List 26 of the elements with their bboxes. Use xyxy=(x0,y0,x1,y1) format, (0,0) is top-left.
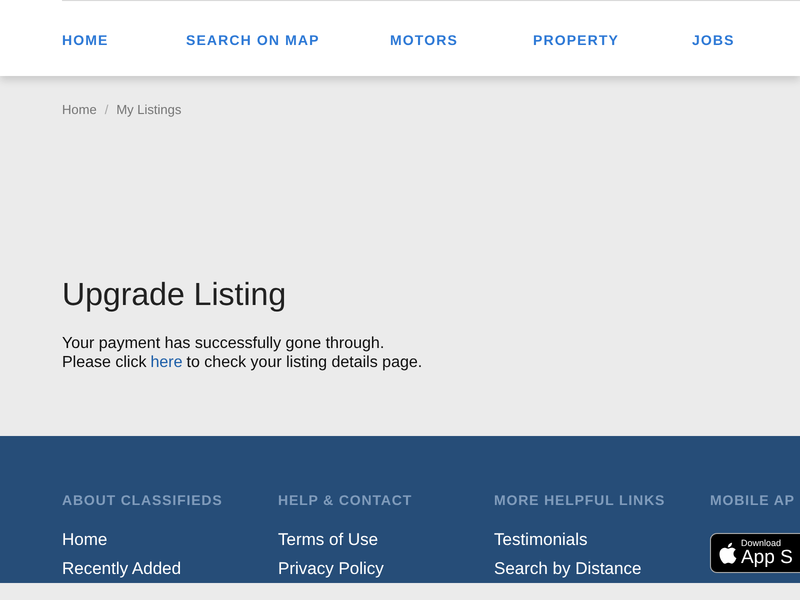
footer-heading: ABOUT CLASSIFIEDS xyxy=(62,490,224,510)
badge-caption: Download xyxy=(741,538,782,548)
footer-link[interactable]: Privacy Policy xyxy=(278,558,494,578)
footer-link[interactable]: Recently Added xyxy=(62,558,278,578)
footer-link[interactable]: Terms of Use xyxy=(278,528,494,550)
payment-message: Your payment has successfully gone through. xyxy=(62,334,386,352)
nav-link[interactable]: SEARCH ON MAP xyxy=(186,30,390,51)
here-link[interactable]: here xyxy=(150,352,183,372)
footer-heading: MORE HELPFUL LINKS xyxy=(494,490,666,510)
app-store-badge[interactable]: Download App S xyxy=(710,532,800,572)
breadcrumb-separator: / xyxy=(104,101,108,119)
nav-link[interactable]: JOBS xyxy=(692,30,792,51)
nav-link[interactable]: PROPERTY xyxy=(533,30,692,51)
footer-heading: HELP & CONTACT xyxy=(278,490,414,510)
breadcrumb-link[interactable]: Home xyxy=(62,100,97,120)
footer-link[interactable]: Home xyxy=(62,528,278,550)
breadcrumb-link[interactable]: My Listings xyxy=(116,100,182,120)
nav-link[interactable]: HOME xyxy=(62,30,186,51)
nav-link[interactable]: MOTORS xyxy=(390,30,533,51)
footer-link[interactable]: Search by Distance xyxy=(494,558,710,578)
footer-heading: MOBILE AP xyxy=(710,490,796,510)
message-text: to check your listing details page. xyxy=(186,352,422,372)
badge-title: App S xyxy=(741,548,793,566)
page-title: Upgrade Listing xyxy=(62,274,288,314)
footer-link[interactable]: Testimonials xyxy=(494,528,710,550)
message-text: Please click xyxy=(62,352,146,372)
